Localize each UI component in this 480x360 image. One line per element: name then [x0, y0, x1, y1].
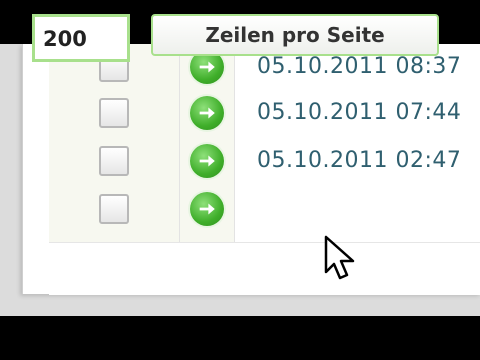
- row-date[interactable]: 05.10.2011 07:44: [257, 100, 461, 125]
- row-date[interactable]: 05.10.2011 02:47: [257, 148, 461, 173]
- row-checkbox[interactable]: [99, 146, 129, 176]
- row-checkbox[interactable]: [99, 194, 129, 224]
- rows-per-page-input[interactable]: 200: [32, 14, 130, 62]
- data-table: 05.10.2011 08:37 05.10.2011 07:44 05.10.…: [49, 44, 480, 242]
- mouse-pointer-icon: [324, 235, 355, 280]
- screen: 05.10.2011 08:37 05.10.2011 07:44 05.10.…: [0, 0, 480, 316]
- table-panel: 05.10.2011 08:37 05.10.2011 07:44 05.10.…: [22, 44, 480, 295]
- table-row: 05.10.2011 07:44: [49, 90, 480, 136]
- table-row-partial: [49, 186, 480, 232]
- rows-per-page-button[interactable]: Zeilen pro Seite: [151, 14, 439, 56]
- table-row: 05.10.2011 02:47: [49, 138, 480, 184]
- row-date[interactable]: 05.10.2011 08:37: [257, 54, 461, 79]
- pagination-footer: [49, 242, 480, 295]
- arrow-right-circle-icon[interactable]: [190, 192, 224, 226]
- arrow-right-circle-icon[interactable]: [190, 144, 224, 178]
- arrow-right-circle-icon[interactable]: [190, 96, 224, 130]
- row-checkbox[interactable]: [99, 98, 129, 128]
